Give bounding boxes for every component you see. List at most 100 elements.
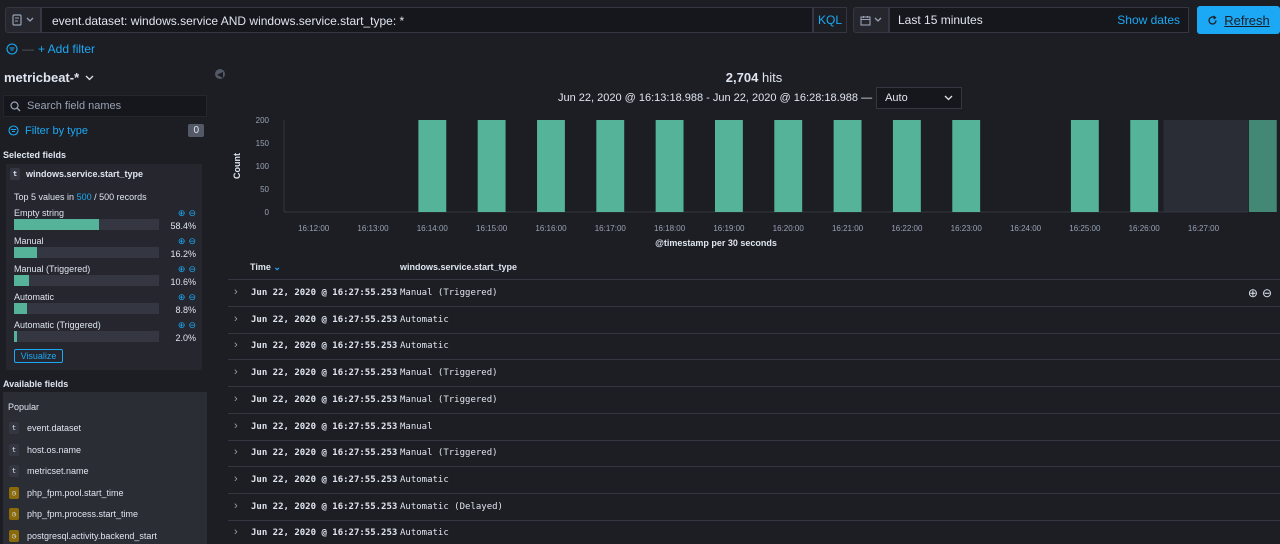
table-row[interactable]: › Jun 22, 2020 @ 16:27:55.253 Automatic xyxy=(228,307,1280,334)
refresh-button[interactable]: Refresh xyxy=(1197,6,1280,34)
table-row[interactable]: › Jun 22, 2020 @ 16:27:55.253 Manual (Trig… xyxy=(228,387,1280,414)
index-pattern-selector[interactable]: metricbeat-* xyxy=(4,70,94,85)
top-value-label: Manual xyxy=(14,236,44,246)
row-timestamp: Jun 22, 2020 @ 16:27:55.253 xyxy=(251,341,398,352)
zoom-in-icon[interactable]: ⊕ xyxy=(178,264,186,275)
date-range-picker[interactable]: Last 15 minutes Show dates xyxy=(889,7,1189,33)
add-filter-button[interactable]: + Add filter xyxy=(38,42,95,56)
table-row[interactable]: › Jun 22, 2020 @ 16:27:55.253 Manual xyxy=(228,414,1280,441)
zoom-in-icon[interactable]: ⊕ xyxy=(178,208,186,219)
visualize-button[interactable]: Visualize xyxy=(14,349,63,363)
row-field-value: Automatic xyxy=(400,474,449,485)
expand-row-icon[interactable]: › xyxy=(234,420,238,432)
row-field-value: Manual (Triggered) xyxy=(400,394,498,405)
expand-row-icon[interactable]: › xyxy=(234,526,238,538)
field-column-header[interactable]: windows.service.start_type xyxy=(400,262,517,272)
hits-count: 2,704 hits xyxy=(228,70,1280,85)
search-query-input[interactable]: event.dataset: windows.service AND windo… xyxy=(41,7,813,33)
table-row[interactable]: › Jun 22, 2020 @ 16:27:55.253 Automatic xyxy=(228,333,1280,361)
chevron-down-icon xyxy=(85,75,94,80)
top-value-percent: 10.6% xyxy=(170,277,196,287)
time-range-label[interactable]: Last 15 minutes xyxy=(898,13,983,27)
histogram-bar xyxy=(477,120,506,212)
interval-select[interactable]: Auto xyxy=(876,87,963,109)
saved-query-button[interactable] xyxy=(5,7,41,33)
zoom-in-icon[interactable]: ⊕ xyxy=(178,320,186,331)
x-tick-label: 16:22:00 xyxy=(891,224,923,233)
hits-label: hits xyxy=(761,70,783,85)
row-field-value: Manual (Triggered) xyxy=(400,448,498,459)
expand-row-icon[interactable]: › xyxy=(234,339,238,351)
available-field-item[interactable]: t host.os.name xyxy=(9,443,81,456)
show-dates-link[interactable]: Show dates xyxy=(1117,13,1180,27)
top-value-percent: 16.2% xyxy=(170,249,196,259)
string-type-icon: t xyxy=(10,168,20,180)
x-tick-label: 16:18:00 xyxy=(654,224,686,233)
filter-icon xyxy=(8,125,19,136)
zoom-in-icon[interactable]: ⊕ xyxy=(178,236,186,247)
top-value-filter-actions: ⊕ ⊖ xyxy=(178,264,196,275)
top-value-label: Automatic (Triggered) xyxy=(14,320,101,330)
field-search-input[interactable]: Search field names xyxy=(3,95,207,117)
row-field-value: Automatic (Delayed) xyxy=(400,501,503,512)
refresh-label: Refresh xyxy=(1224,12,1270,28)
query-language-button[interactable]: KQL xyxy=(813,7,847,33)
zoom-in-icon[interactable]: ⊕ xyxy=(1248,286,1258,300)
zoom-out-icon[interactable]: ⊖ xyxy=(188,208,196,219)
table-row[interactable]: › Jun 22, 2020 @ 16:27:55.253 Manual (Trig… xyxy=(228,280,1280,307)
zoom-out-icon[interactable]: ⊖ xyxy=(1262,286,1272,300)
table-row[interactable]: › Jun 22, 2020 @ 16:27:55.253 Automatic xyxy=(228,467,1280,494)
top-values-caption: Top 5 values in 500 / 500 records xyxy=(14,192,147,202)
row-field-value: Automatic xyxy=(400,341,449,352)
collapse-sidebar-button[interactable]: ◀ xyxy=(215,69,225,79)
zoom-out-icon[interactable]: ⊖ xyxy=(188,236,196,247)
top-value-row: Automatic ⊕ ⊖ 8.8% xyxy=(14,292,198,318)
expand-row-icon[interactable]: › xyxy=(234,366,238,378)
top-values-sample-link[interactable]: 500 xyxy=(77,192,92,202)
expand-row-icon[interactable]: › xyxy=(234,393,238,405)
table-row[interactable]: › Jun 22, 2020 @ 16:27:55.253 Automatic xyxy=(228,520,1280,544)
available-field-item[interactable]: ◷ php_fpm.pool.start_time xyxy=(9,486,124,499)
available-field-name: event.dataset xyxy=(27,423,82,433)
expand-row-icon[interactable]: › xyxy=(234,286,238,298)
field-sidebar: metricbeat-* Search field names Filter b… xyxy=(0,64,212,544)
search-icon xyxy=(10,100,21,111)
expand-row-icon[interactable]: › xyxy=(234,473,238,485)
y-tick-label: 100 xyxy=(256,162,270,171)
query-bar: event.dataset: windows.service AND windo… xyxy=(0,0,1280,40)
expand-row-icon[interactable]: › xyxy=(234,446,238,458)
available-field-item[interactable]: ◷ php_fpm.process.start_time xyxy=(9,508,138,520)
top-value-label: Automatic xyxy=(14,292,55,302)
string-type-icon: t xyxy=(9,422,19,434)
zoom-out-icon[interactable]: ⊖ xyxy=(188,292,196,303)
table-row[interactable]: › Jun 22, 2020 @ 16:27:55.253 Manual (Trig… xyxy=(228,440,1280,468)
histogram-chart[interactable]: 200 150 100 50 0 16:12:00 16:13:00 16:14:00 16:1… xyxy=(228,110,1280,260)
table-row[interactable]: › Jun 22, 2020 @ 16:27:55.253 Manual (Trig… xyxy=(228,360,1280,388)
index-pattern-label: metricbeat-* xyxy=(4,70,80,85)
row-field-value: Manual (Triggered) xyxy=(400,368,498,379)
zoom-in-icon[interactable]: ⊕ xyxy=(178,292,186,303)
filter-by-type-button[interactable]: Filter by type 0 xyxy=(8,124,204,137)
row-field-value: Manual xyxy=(400,421,433,432)
time-column-header[interactable]: Time ⌄ xyxy=(250,262,281,273)
table-row[interactable]: › Jun 22, 2020 @ 16:27:55.253 Automatic (D… xyxy=(228,494,1280,521)
time-column-label: Time xyxy=(250,262,271,272)
y-axis-title: Count xyxy=(232,153,242,179)
top-value-bar xyxy=(14,219,159,230)
chevron-down-icon xyxy=(26,17,34,22)
expand-row-icon[interactable]: › xyxy=(234,313,238,325)
quick-select-button[interactable] xyxy=(853,7,889,33)
top-value-percent: 2.0% xyxy=(175,333,196,343)
available-field-item[interactable]: ◷ postgresql.activity.backend_start xyxy=(9,529,157,542)
chevron-down-icon xyxy=(874,17,882,22)
selected-field-item[interactable]: t windows.service.start_type xyxy=(10,168,143,180)
selected-fields-title: Selected fields xyxy=(3,150,67,160)
zoom-out-icon[interactable]: ⊖ xyxy=(188,320,196,331)
zoom-out-icon[interactable]: ⊖ xyxy=(188,264,196,275)
sort-down-icon[interactable]: ⌄ xyxy=(273,262,281,272)
filter-menu-icon[interactable] xyxy=(6,43,18,55)
expand-row-icon[interactable]: › xyxy=(234,500,238,512)
available-field-item[interactable]: t metricset.name xyxy=(9,465,89,477)
available-field-item[interactable]: t event.dataset xyxy=(9,422,81,434)
string-type-icon: t xyxy=(9,443,19,456)
